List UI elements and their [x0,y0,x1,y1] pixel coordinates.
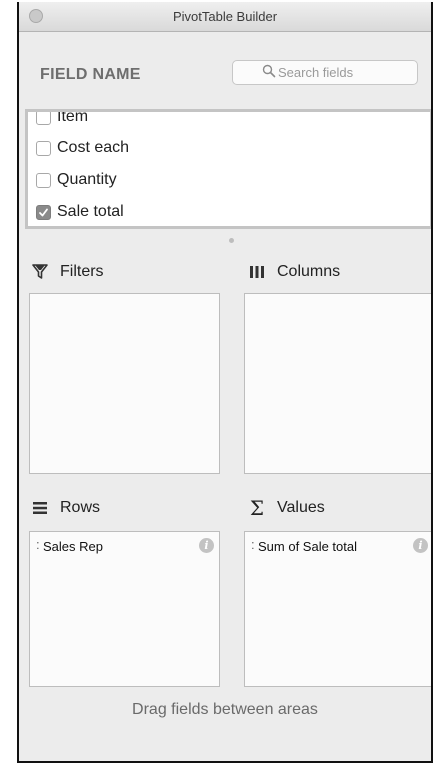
pivottable-builder-panel: PivotTable Builder FIELD NAME Search fie… [17,2,433,763]
values-label: Values [277,499,325,516]
field-label: Item [57,109,89,125]
field-item-sale-total[interactable]: Sale total [36,200,124,224]
field-label: Cost each [57,139,130,156]
search-input[interactable]: Search fields [232,60,418,85]
rows-field-chip[interactable]: : Sales Rep i [31,533,218,557]
checkbox[interactable] [36,140,51,156]
filters-header: Filters [31,263,104,281]
rows-drop-area[interactable]: : Sales Rep i [29,531,220,687]
columns-header: Columns [248,263,340,281]
field-item-quantity[interactable]: Quantity [36,168,117,192]
info-icon[interactable]: i [199,538,214,553]
window-title: PivotTable Builder [172,9,278,24]
field-list[interactable]: Item Cost each Quantity Sale total [25,109,431,229]
columns-drop-area[interactable] [244,293,431,474]
values-field-chip[interactable]: : Sum of Sale total i [246,533,431,557]
rows-header: Rows [31,499,100,517]
drag-grip-icon[interactable]: : [36,537,40,552]
drag-hint: Drag fields between areas [132,701,318,718]
filters-label: Filters [60,263,104,280]
field-label: Sale total [57,203,124,220]
values-drop-area[interactable]: : Sum of Sale total i [244,531,431,687]
search-icon [262,64,276,78]
rows-label: Rows [60,499,101,516]
search-placeholder: Search fields [278,65,354,80]
field-label: Quantity [57,171,117,188]
rows-lines-icon [31,499,49,517]
field-item-cost-each[interactable]: Cost each [36,136,129,160]
title-bar[interactable]: PivotTable Builder [19,2,431,32]
info-icon[interactable]: i [413,538,428,553]
filters-drop-area[interactable] [29,293,220,474]
drag-grip-icon[interactable]: : [251,537,255,552]
resize-handle[interactable] [229,238,234,243]
checkmark-icon [39,208,48,216]
values-field-label: Sum of Sale total [258,539,357,554]
checkbox-checked[interactable] [36,204,51,220]
values-header: Σ Values [248,496,325,520]
columns-bars-icon [248,263,266,281]
field-item-item[interactable]: Item [36,109,89,129]
checkbox[interactable] [36,112,51,125]
checkbox[interactable] [36,172,51,188]
field-name-header: FIELD NAME [40,66,141,83]
rows-field-label: Sales Rep [43,539,103,554]
sigma-icon: Σ [249,496,265,520]
columns-label: Columns [277,263,341,280]
filter-funnel-icon [31,263,49,281]
